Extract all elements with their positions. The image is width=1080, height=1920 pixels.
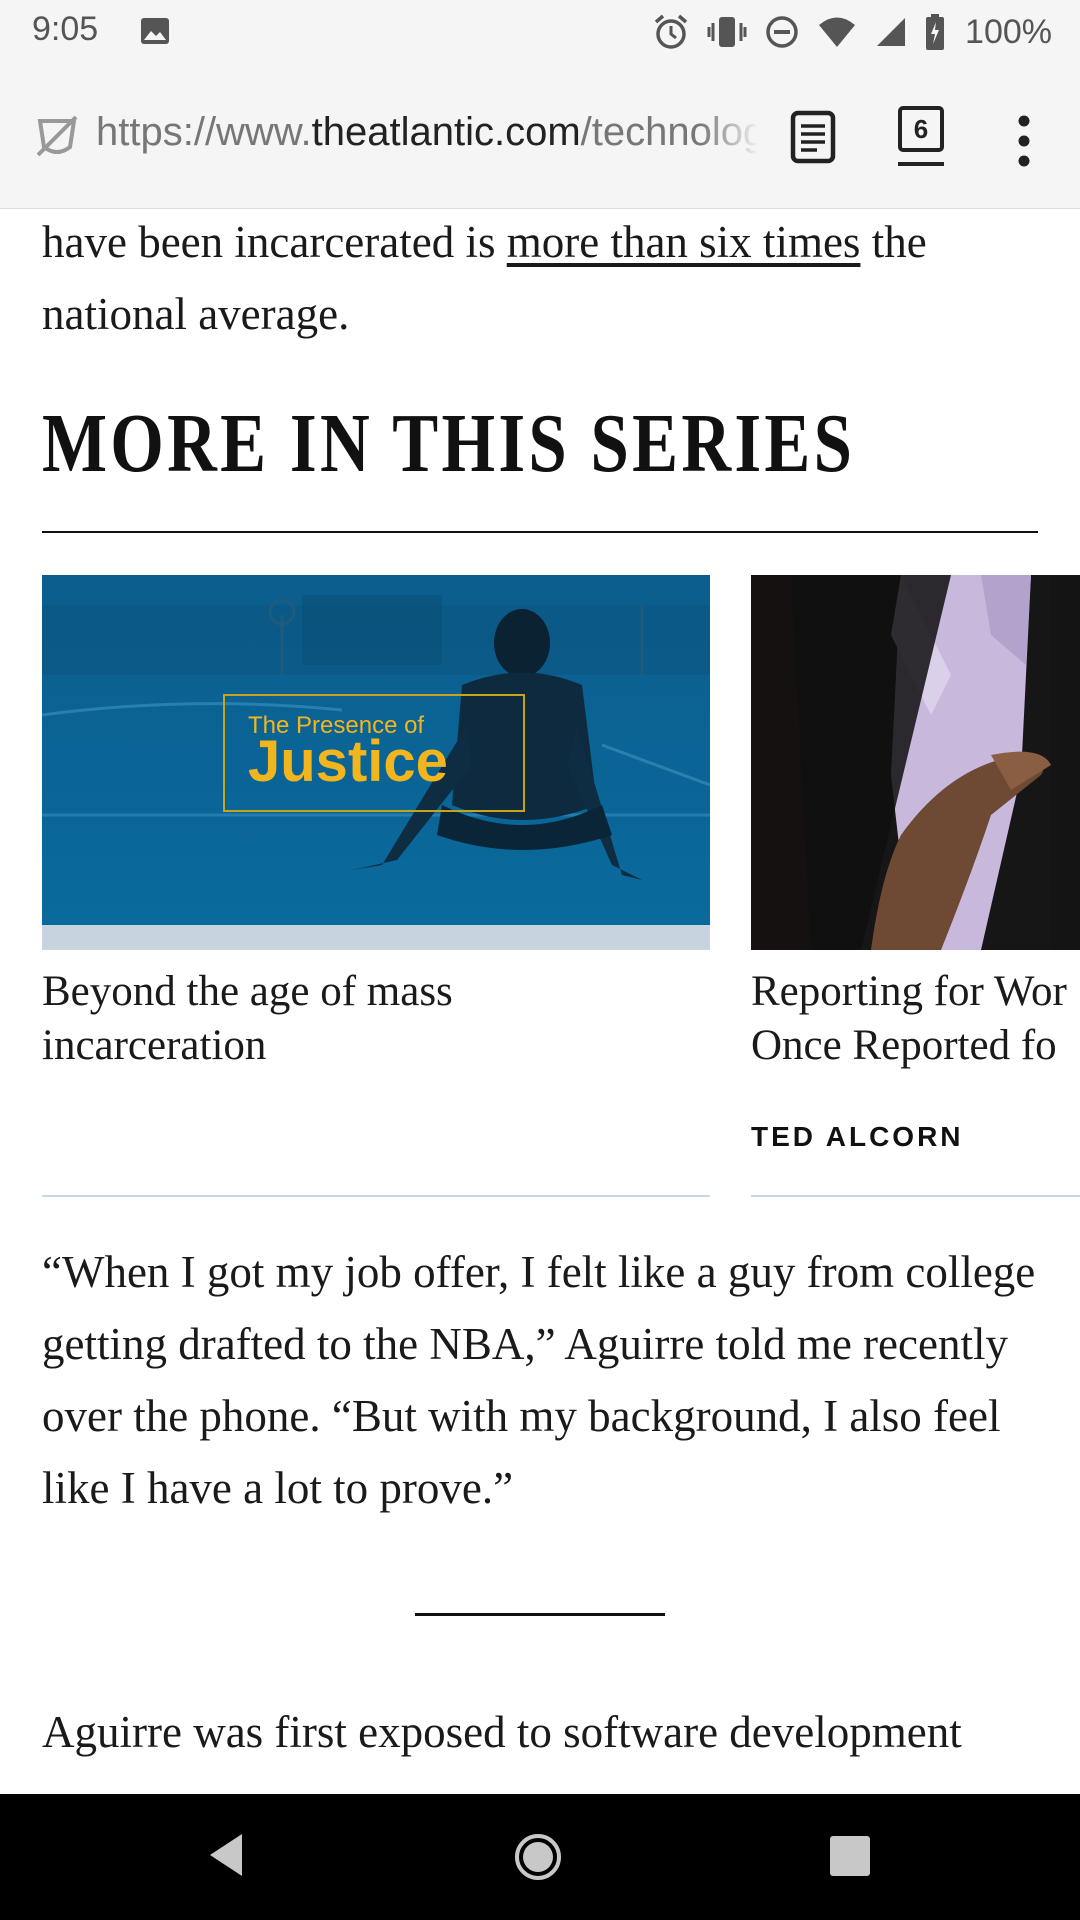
status-time: 9:05 bbox=[32, 10, 99, 48]
card-1-image[interactable]: The Presence of Justice bbox=[42, 575, 710, 950]
back-icon[interactable] bbox=[206, 1832, 246, 1878]
justice-logo-large: Justice bbox=[248, 729, 448, 794]
url-fade bbox=[700, 103, 760, 169]
battery-charging-icon bbox=[926, 14, 945, 50]
browser-toolbar: https://www.theatlantic.com/technology/a… bbox=[0, 63, 1080, 209]
status-icons: 100% bbox=[653, 12, 1052, 52]
vibrate-icon bbox=[707, 17, 747, 47]
paragraph-incarceration: have been incarcerated is more than six … bbox=[42, 206, 1042, 350]
signal-icon bbox=[877, 18, 906, 46]
system-nav-bar bbox=[0, 1794, 1080, 1920]
series-card-1[interactable]: The Presence of Justice Beyond the age o… bbox=[42, 575, 710, 1197]
url-prefix: https://www. bbox=[96, 110, 312, 154]
site-shield-icon[interactable] bbox=[34, 113, 80, 159]
card-1-title[interactable]: Beyond the age of mass incarceration bbox=[42, 965, 682, 1073]
series-heading: MORE IN THIS SERIES bbox=[42, 397, 856, 490]
section-divider bbox=[415, 1613, 665, 1616]
para1-before: have been incarcerated is bbox=[42, 217, 507, 267]
recents-icon[interactable] bbox=[830, 1836, 870, 1876]
url-field[interactable]: https://www.theatlantic.com/technology/a… bbox=[96, 110, 756, 162]
image-icon bbox=[141, 18, 169, 44]
reader-mode-icon[interactable] bbox=[790, 110, 836, 164]
paragraph-aguirre: Aguirre was first exposed to software de… bbox=[42, 1707, 962, 1757]
tabs-underline bbox=[898, 162, 944, 166]
alarm-icon bbox=[654, 14, 688, 49]
do-not-disturb-icon bbox=[766, 16, 798, 48]
card-2-image[interactable] bbox=[751, 575, 1080, 950]
home-icon[interactable] bbox=[513, 1832, 563, 1882]
battery-percent: 100% bbox=[965, 12, 1052, 51]
status-bar: 9:05 100% bbox=[0, 0, 1080, 63]
link-more-than-six-times[interactable]: more than six times bbox=[507, 217, 861, 267]
card-2-title[interactable]: Reporting for Wor Once Reported fo bbox=[751, 965, 1080, 1073]
paragraph-job-offer: “When I got my job offer, I felt like a … bbox=[42, 1247, 1036, 1513]
more-vert-icon[interactable] bbox=[1014, 113, 1034, 169]
wifi-icon bbox=[819, 17, 856, 47]
suit-photo bbox=[751, 575, 1080, 950]
card-2-rule bbox=[751, 1195, 1080, 1197]
series-card-2[interactable]: Reporting for Wor Once Reported fo TED AL… bbox=[751, 575, 1080, 1197]
card-2-byline[interactable]: TED ALCORN bbox=[751, 1121, 964, 1153]
card-1-rule bbox=[42, 1195, 710, 1197]
url-domain: theatlantic.com bbox=[311, 110, 581, 154]
tabs-button[interactable]: 6 bbox=[898, 106, 944, 152]
series-heading-rule bbox=[42, 531, 1038, 533]
